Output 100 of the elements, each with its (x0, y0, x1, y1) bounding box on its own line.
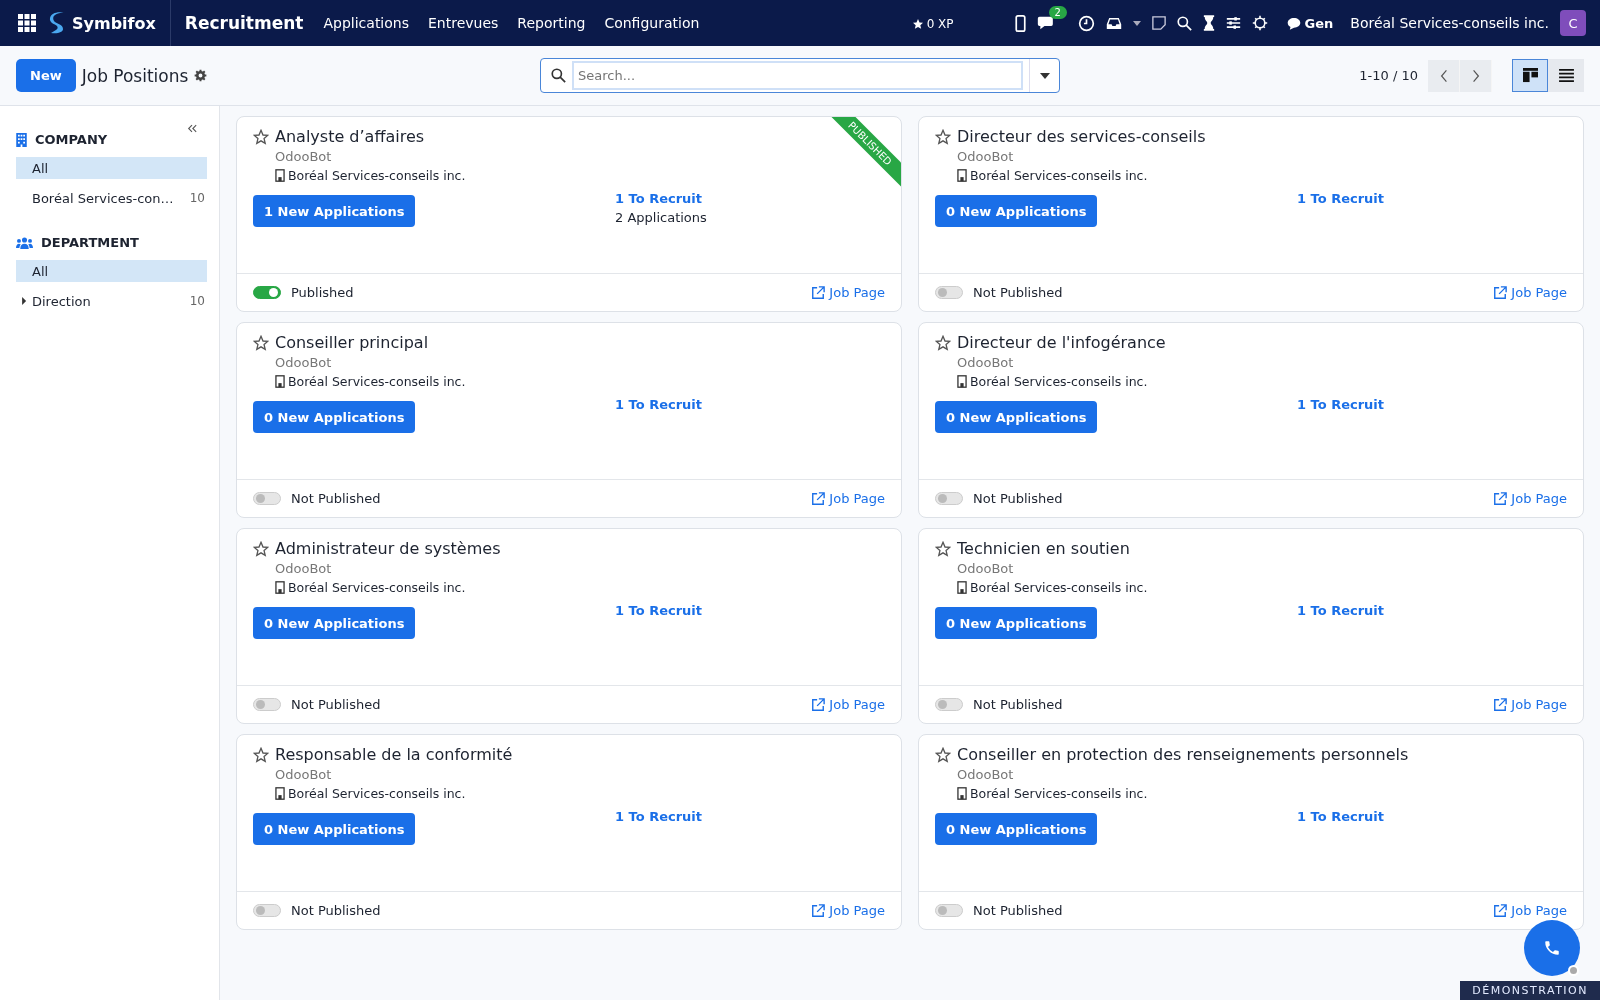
building-icon (957, 375, 967, 388)
list-view-button[interactable] (1548, 59, 1584, 92)
filter-item[interactable]: All (16, 260, 207, 282)
caret-right-icon (22, 297, 27, 305)
apps-menu-icon[interactable] (18, 14, 36, 32)
job-page-link[interactable]: Job Page (1493, 491, 1567, 506)
job-page-link[interactable]: Job Page (1493, 697, 1567, 712)
xp-label: 0 XP (926, 17, 954, 31)
new-applications-button[interactable]: 0 New Applications (935, 401, 1098, 433)
phone-button[interactable] (1524, 920, 1580, 976)
channel-label: Gen (1304, 15, 1334, 31)
star-icon (911, 18, 924, 30)
job-page-link[interactable]: Job Page (811, 491, 885, 506)
chat-channel[interactable]: Gen (1286, 15, 1334, 31)
star-outline-icon[interactable] (253, 334, 269, 351)
company-name: Boréal Services-conseils inc. (970, 580, 1148, 595)
building-icon (275, 169, 285, 182)
star-outline-icon[interactable] (935, 128, 951, 145)
job-title: Conseiller en protection des renseignements personnels (957, 745, 1409, 764)
to-recruit-link[interactable]: 1 To Recruit (1297, 603, 1385, 618)
user-avatar[interactable]: C (1560, 10, 1586, 36)
job-page-link[interactable]: Job Page (811, 903, 885, 918)
star-outline-icon[interactable] (253, 540, 269, 557)
note-icon[interactable] (1151, 16, 1166, 30)
new-applications-button[interactable]: 0 New Applications (253, 607, 416, 639)
job-page-link[interactable]: Job Page (811, 697, 885, 712)
company-name: Boréal Services-conseils inc. (288, 168, 466, 183)
external-link-icon (811, 285, 826, 300)
menu-item[interactable]: Configuration (604, 15, 700, 31)
publish-status: Not Published (973, 903, 1063, 918)
to-recruit-link[interactable]: 1 To Recruit (615, 809, 703, 824)
xp-counter[interactable]: 0 XP (911, 17, 954, 31)
collapse-icon[interactable] (187, 124, 197, 133)
company-name: Boréal Services-conseils inc. (288, 786, 466, 801)
section-title: DEPARTMENT (41, 235, 139, 250)
hourglass-icon[interactable] (1202, 15, 1215, 31)
new-applications-button[interactable]: 1 New Applications (253, 195, 416, 227)
sliders-icon[interactable] (1225, 16, 1241, 30)
to-recruit-link[interactable]: 1 To Recruit (615, 397, 703, 412)
new-applications-button[interactable]: 0 New Applications (935, 607, 1098, 639)
star-outline-icon[interactable] (253, 746, 269, 763)
to-recruit-link[interactable]: 1 To Recruit (1297, 809, 1385, 824)
publish-toggle[interactable] (935, 492, 963, 505)
to-recruit-link[interactable]: 1 To Recruit (615, 603, 703, 618)
caret-icon[interactable] (1132, 20, 1141, 26)
filter-item[interactable]: Direction 10 (16, 290, 207, 312)
search-field[interactable]: Search... (572, 61, 1023, 90)
speech-bubble-icon (1286, 16, 1301, 30)
clock-icon[interactable] (1077, 14, 1095, 32)
star-outline-icon[interactable] (935, 540, 951, 557)
gear-icon[interactable] (194, 69, 208, 82)
star-outline-icon[interactable] (935, 746, 951, 763)
building-icon (16, 132, 27, 147)
job-title: Conseiller principal (275, 333, 429, 352)
brand-name: Symbifox (72, 13, 156, 33)
publish-status: Not Published (973, 285, 1063, 300)
search-icon[interactable] (1176, 15, 1192, 31)
publish-toggle[interactable] (253, 286, 281, 299)
menu-item[interactable]: Applications (323, 15, 409, 31)
kanban-icon (1522, 68, 1538, 83)
star-outline-icon[interactable] (935, 334, 951, 351)
publish-status: Published (291, 285, 354, 300)
to-recruit-link[interactable]: 1 To Recruit (1297, 397, 1385, 412)
publish-toggle[interactable] (253, 698, 281, 711)
new-applications-button[interactable]: 0 New Applications (253, 813, 416, 845)
menu-item[interactable]: Entrevues (428, 15, 499, 31)
new-applications-button[interactable]: 0 New Applications (935, 195, 1098, 227)
company-switcher[interactable]: Boréal Services-conseils inc. (1350, 15, 1549, 31)
star-outline-icon[interactable] (253, 128, 269, 145)
publish-toggle[interactable] (253, 492, 281, 505)
to-recruit-link[interactable]: 1 To Recruit (1297, 191, 1385, 206)
new-applications-button[interactable]: 0 New Applications (253, 401, 416, 433)
app-title[interactable]: Recruitment (184, 13, 304, 33)
new-applications-button[interactable]: 0 New Applications (935, 813, 1098, 845)
job-title: Responsable de la conformité (275, 745, 513, 764)
mobile-icon[interactable] (1014, 14, 1026, 32)
publish-toggle[interactable] (935, 286, 963, 299)
job-page-link[interactable]: Job Page (1493, 285, 1567, 300)
publish-toggle[interactable] (253, 904, 281, 917)
new-button[interactable]: New (16, 59, 76, 92)
publish-toggle[interactable] (935, 698, 963, 711)
bug-icon[interactable] (1251, 15, 1268, 31)
job-page-link[interactable]: Job Page (811, 285, 885, 300)
message-count-badge: 2 (1048, 5, 1067, 19)
publish-toggle[interactable] (935, 904, 963, 917)
external-link-icon (1493, 285, 1508, 300)
kanban-view-button[interactable] (1512, 59, 1548, 92)
job-page-link[interactable]: Job Page (1493, 903, 1567, 918)
menu-item[interactable]: Reporting (517, 15, 586, 31)
publish-status: Not Published (291, 491, 381, 506)
to-recruit-link[interactable]: 1 To Recruit (615, 191, 703, 206)
external-link-icon (811, 903, 826, 918)
applications-link[interactable]: 2 Applications (615, 210, 707, 225)
filter-item[interactable]: All (16, 157, 207, 179)
filter-item[interactable]: Boréal Services-con… 10 (16, 187, 207, 209)
inbox-icon[interactable] (1105, 16, 1122, 30)
external-link-icon (1493, 491, 1508, 506)
building-icon (275, 787, 285, 800)
job-title: Administrateur de systèmes (275, 539, 501, 558)
user-name: OdooBot (957, 767, 1015, 782)
